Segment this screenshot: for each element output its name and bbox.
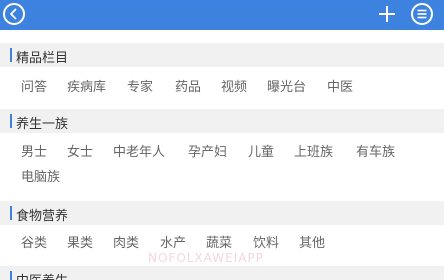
menu-button[interactable] bbox=[411, 3, 433, 25]
watermark-text: NOFOLXAWEIAPP bbox=[148, 251, 264, 265]
tag-item[interactable]: 曝光台 bbox=[267, 80, 306, 96]
tag-item[interactable]: 上班族 bbox=[294, 145, 333, 161]
tag-item[interactable]: 疾病库 bbox=[67, 80, 106, 96]
tag-item[interactable]: 中老年人 bbox=[113, 145, 165, 161]
section-accent-bar bbox=[10, 48, 12, 62]
tag-item[interactable]: 问答 bbox=[21, 80, 47, 96]
tag-item[interactable]: 专家 bbox=[127, 80, 153, 96]
section-header-tcm: 中医养生 bbox=[0, 266, 444, 280]
tag-item[interactable]: 电脑族 bbox=[21, 170, 60, 186]
tag-item[interactable]: 儿童 bbox=[248, 145, 274, 161]
back-button[interactable] bbox=[3, 3, 25, 25]
tag-item[interactable]: 谷类 bbox=[21, 236, 47, 252]
tag-item[interactable]: 水产 bbox=[160, 236, 186, 252]
section-header-featured: 精品栏目 bbox=[0, 43, 444, 67]
plus-icon bbox=[379, 6, 395, 22]
section-title: 食物营养 bbox=[16, 209, 69, 224]
section-header-lifestyle: 养生一族 bbox=[0, 109, 444, 133]
tag-item[interactable]: 蔬菜 bbox=[206, 236, 232, 252]
tag-item[interactable]: 其他 bbox=[299, 236, 325, 252]
section-accent-bar bbox=[10, 206, 12, 220]
section-accent-bar bbox=[10, 271, 12, 280]
section-title: 养生一族 bbox=[16, 117, 69, 132]
chevron-left-icon bbox=[10, 8, 17, 20]
section-title: 精品栏目 bbox=[16, 51, 69, 66]
tag-item[interactable]: 肉类 bbox=[113, 236, 139, 252]
top-bar bbox=[0, 0, 444, 30]
app-screen: 精品栏目 问答 疾病库 专家 药品 视频 曝光台 中医 养生一族 男士 女士 中… bbox=[0, 0, 444, 280]
section-accent-bar bbox=[10, 114, 12, 128]
tag-item[interactable]: 饮料 bbox=[253, 236, 279, 252]
menu-icon bbox=[417, 9, 427, 19]
tag-item[interactable]: 孕产妇 bbox=[188, 145, 227, 161]
tag-item[interactable]: 女士 bbox=[67, 145, 93, 161]
tag-item[interactable]: 果类 bbox=[67, 236, 93, 252]
section-header-nutrition: 食物营养 bbox=[0, 201, 444, 225]
section-title: 中医养生 bbox=[16, 270, 68, 280]
tag-item[interactable]: 药品 bbox=[175, 80, 201, 96]
tag-item[interactable]: 中医 bbox=[327, 80, 353, 96]
tag-item[interactable]: 视频 bbox=[221, 80, 247, 96]
tag-item[interactable]: 有车族 bbox=[356, 145, 395, 161]
tag-item[interactable]: 男士 bbox=[21, 145, 47, 161]
add-button[interactable] bbox=[377, 4, 397, 24]
